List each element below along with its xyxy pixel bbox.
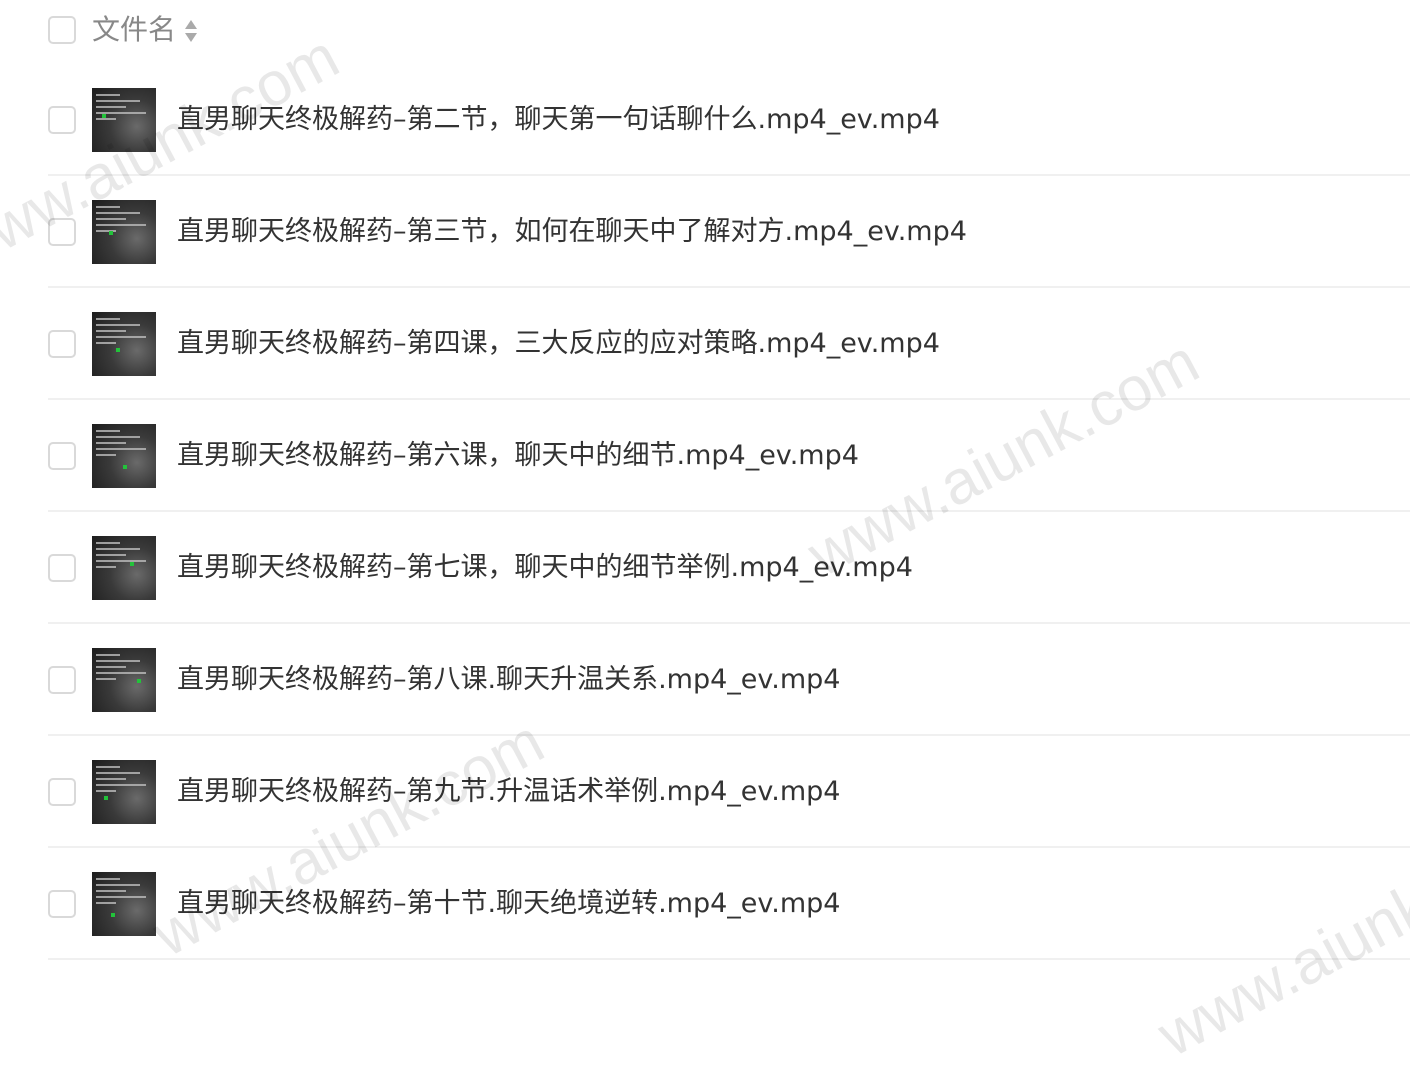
file-checkbox[interactable]	[48, 554, 76, 582]
video-thumbnail[interactable]	[92, 200, 156, 264]
file-row[interactable]: 直男聊天终极解药–第六课，聊天中的细节.mp4_ev.mp4	[0, 400, 1410, 512]
file-row[interactable]: 直男聊天终极解药–第二节，聊天第一句话聊什么.mp4_ev.mp4	[0, 64, 1410, 176]
file-list-page: 文件名 直男聊天终极解药–第二节，聊天第一句话聊什么.mp4_ev.mp4 直男…	[0, 0, 1410, 1074]
file-checkbox[interactable]	[48, 218, 76, 246]
file-name[interactable]: 直男聊天终极解药–第三节，如何在聊天中了解对方.mp4_ev.mp4	[177, 212, 967, 252]
sort-icon[interactable]	[183, 18, 199, 44]
file-name[interactable]: 直男聊天终极解药–第四课，三大反应的应对策略.mp4_ev.mp4	[177, 324, 940, 364]
file-row[interactable]: 直男聊天终极解药–第三节，如何在聊天中了解对方.mp4_ev.mp4	[0, 176, 1410, 288]
file-name[interactable]: 直男聊天终极解药–第八课.聊天升温关系.mp4_ev.mp4	[177, 660, 840, 700]
video-thumbnail[interactable]	[92, 88, 156, 152]
file-name[interactable]: 直男聊天终极解药–第二节，聊天第一句话聊什么.mp4_ev.mp4	[177, 100, 940, 140]
file-list: 直男聊天终极解药–第二节，聊天第一句话聊什么.mp4_ev.mp4 直男聊天终极…	[0, 64, 1410, 960]
row-divider	[48, 958, 1410, 960]
file-checkbox[interactable]	[48, 106, 76, 134]
file-row[interactable]: 直男聊天终极解药–第八课.聊天升温关系.mp4_ev.mp4	[0, 624, 1410, 736]
file-checkbox[interactable]	[48, 890, 76, 918]
file-checkbox[interactable]	[48, 330, 76, 358]
video-thumbnail[interactable]	[92, 648, 156, 712]
video-thumbnail[interactable]	[92, 312, 156, 376]
video-thumbnail[interactable]	[92, 872, 156, 936]
file-checkbox[interactable]	[48, 442, 76, 470]
video-thumbnail[interactable]	[92, 536, 156, 600]
file-name[interactable]: 直男聊天终极解药–第七课，聊天中的细节举例.mp4_ev.mp4	[177, 548, 913, 588]
file-row[interactable]: 直男聊天终极解药–第十节.聊天绝境逆转.mp4_ev.mp4	[0, 848, 1410, 960]
file-checkbox[interactable]	[48, 666, 76, 694]
file-row[interactable]: 直男聊天终极解药–第九节.升温话术举例.mp4_ev.mp4	[0, 736, 1410, 848]
file-row[interactable]: 直男聊天终极解药–第七课，聊天中的细节举例.mp4_ev.mp4	[0, 512, 1410, 624]
column-header-filename[interactable]: 文件名	[92, 12, 176, 48]
video-thumbnail[interactable]	[92, 424, 156, 488]
file-row[interactable]: 直男聊天终极解药–第四课，三大反应的应对策略.mp4_ev.mp4	[0, 288, 1410, 400]
file-name[interactable]: 直男聊天终极解药–第十节.聊天绝境逆转.mp4_ev.mp4	[177, 884, 840, 924]
select-all-checkbox[interactable]	[48, 16, 76, 44]
video-thumbnail[interactable]	[92, 760, 156, 824]
file-name[interactable]: 直男聊天终极解药–第九节.升温话术举例.mp4_ev.mp4	[177, 772, 840, 812]
file-name[interactable]: 直男聊天终极解药–第六课，聊天中的细节.mp4_ev.mp4	[177, 436, 859, 476]
list-header: 文件名	[0, 0, 1410, 62]
file-checkbox[interactable]	[48, 778, 76, 806]
